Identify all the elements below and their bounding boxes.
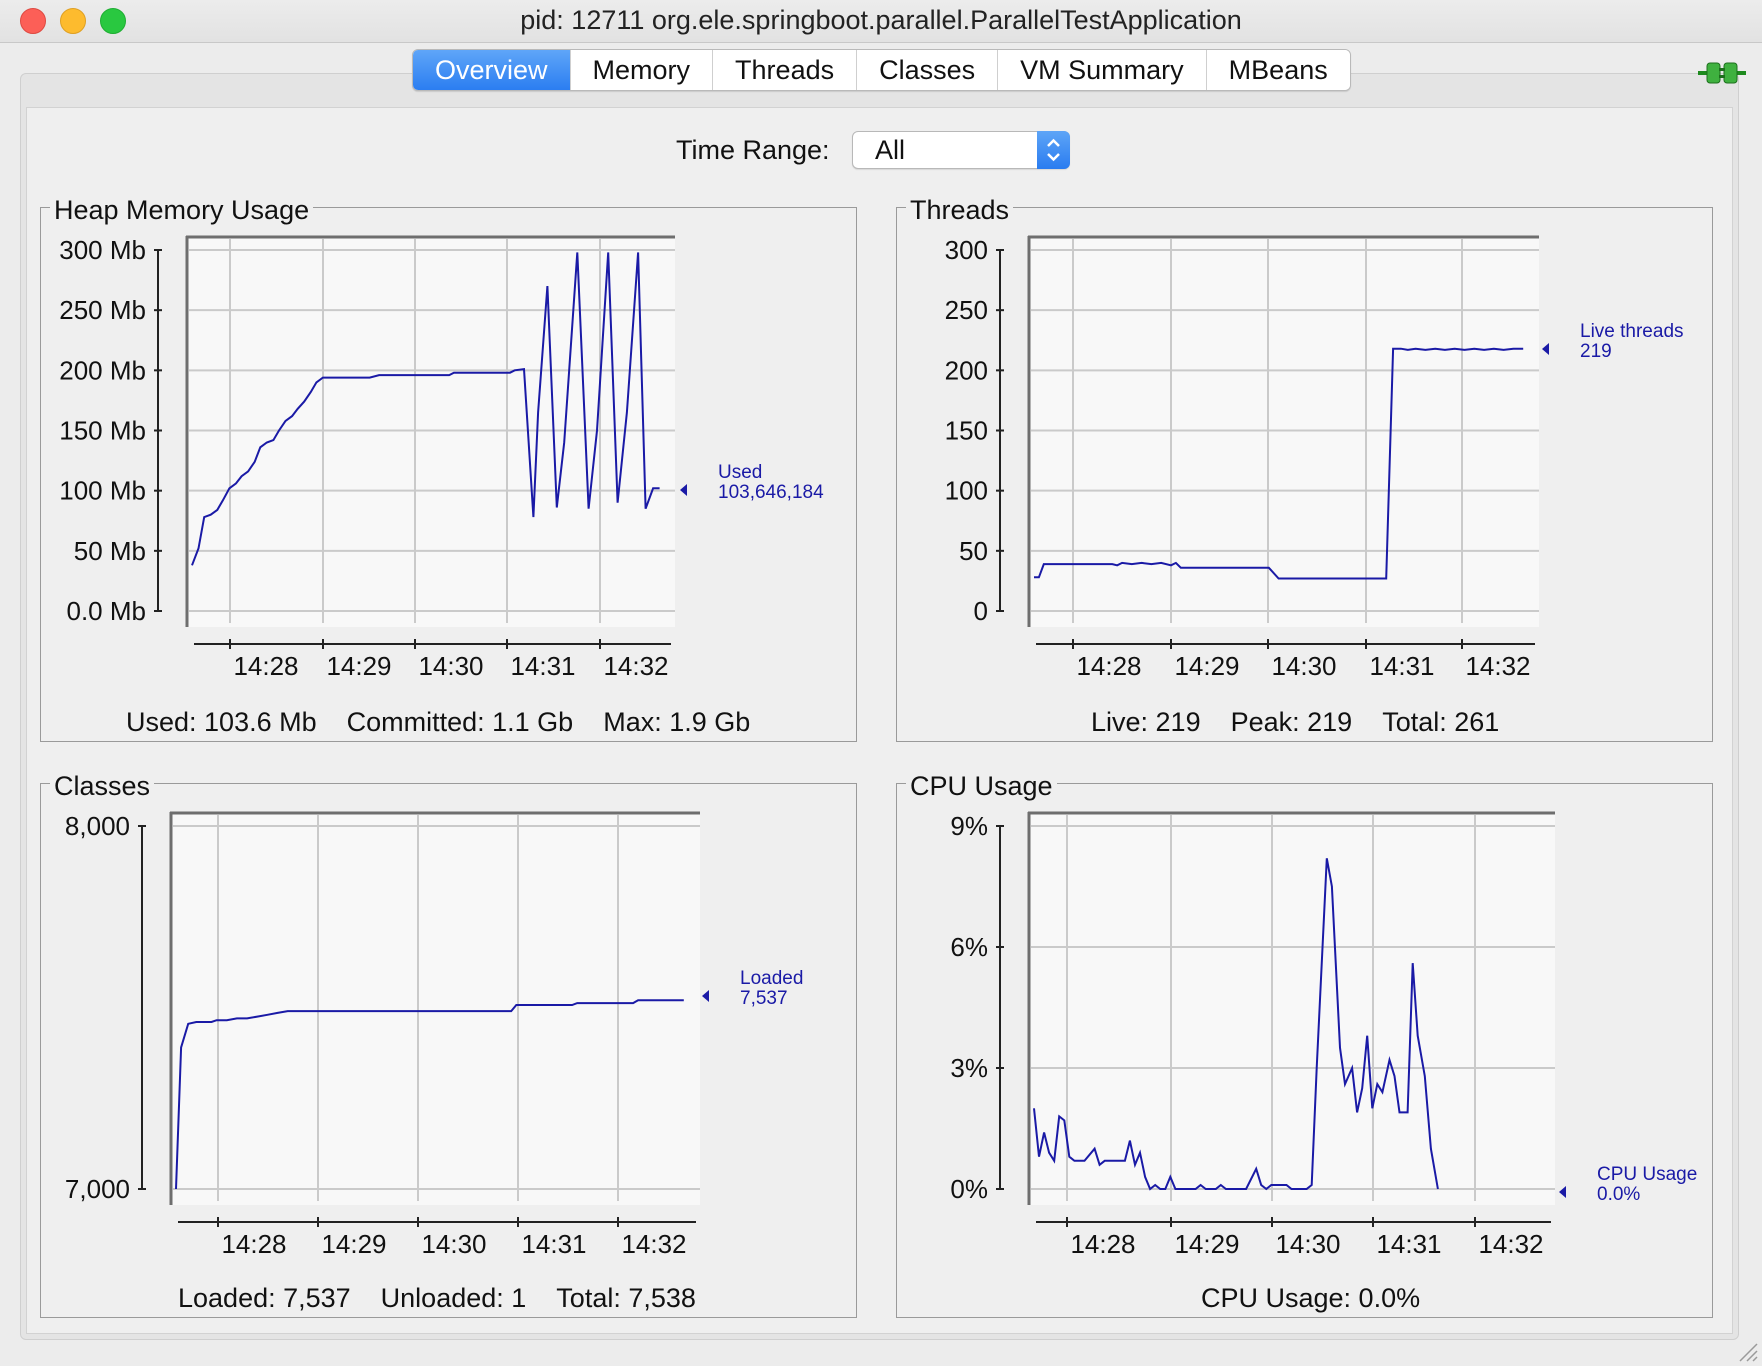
cpu-x-tick-label: 14:30 <box>1275 1229 1340 1259</box>
cpu-usage-chart: 9% 6% 3% 0% 14:28 14:29 14:30 14:31 14:32 CPU Usa… <box>950 811 1697 1259</box>
cpu-usage-value: CPU Usage: 0.0% <box>1201 1283 1421 1313</box>
cpu-y-tick-label: 9% <box>950 811 988 841</box>
cpu-summary: CPU Usage: 0.0% <box>1201 1283 1420 1314</box>
cpu-y-tick-label: 0% <box>950 1174 988 1204</box>
cpu-x-tick-label: 14:32 <box>1478 1229 1543 1259</box>
cpu-y-tick-label: 3% <box>950 1053 988 1083</box>
cpu-x-tick-label: 14:31 <box>1376 1229 1441 1259</box>
cpu-readout-marker <box>1559 1186 1566 1198</box>
resize-grip-icon[interactable] <box>1736 1340 1758 1362</box>
cpu-x-tick-label: 14:29 <box>1174 1229 1239 1259</box>
cpu-x-tick-label: 14:28 <box>1070 1229 1135 1259</box>
cpu-y-tick-label: 6% <box>950 932 988 962</box>
cpu-readout-name: CPU Usage <box>1597 1164 1697 1185</box>
cpu-readout-value: 0.0% <box>1597 1184 1640 1205</box>
